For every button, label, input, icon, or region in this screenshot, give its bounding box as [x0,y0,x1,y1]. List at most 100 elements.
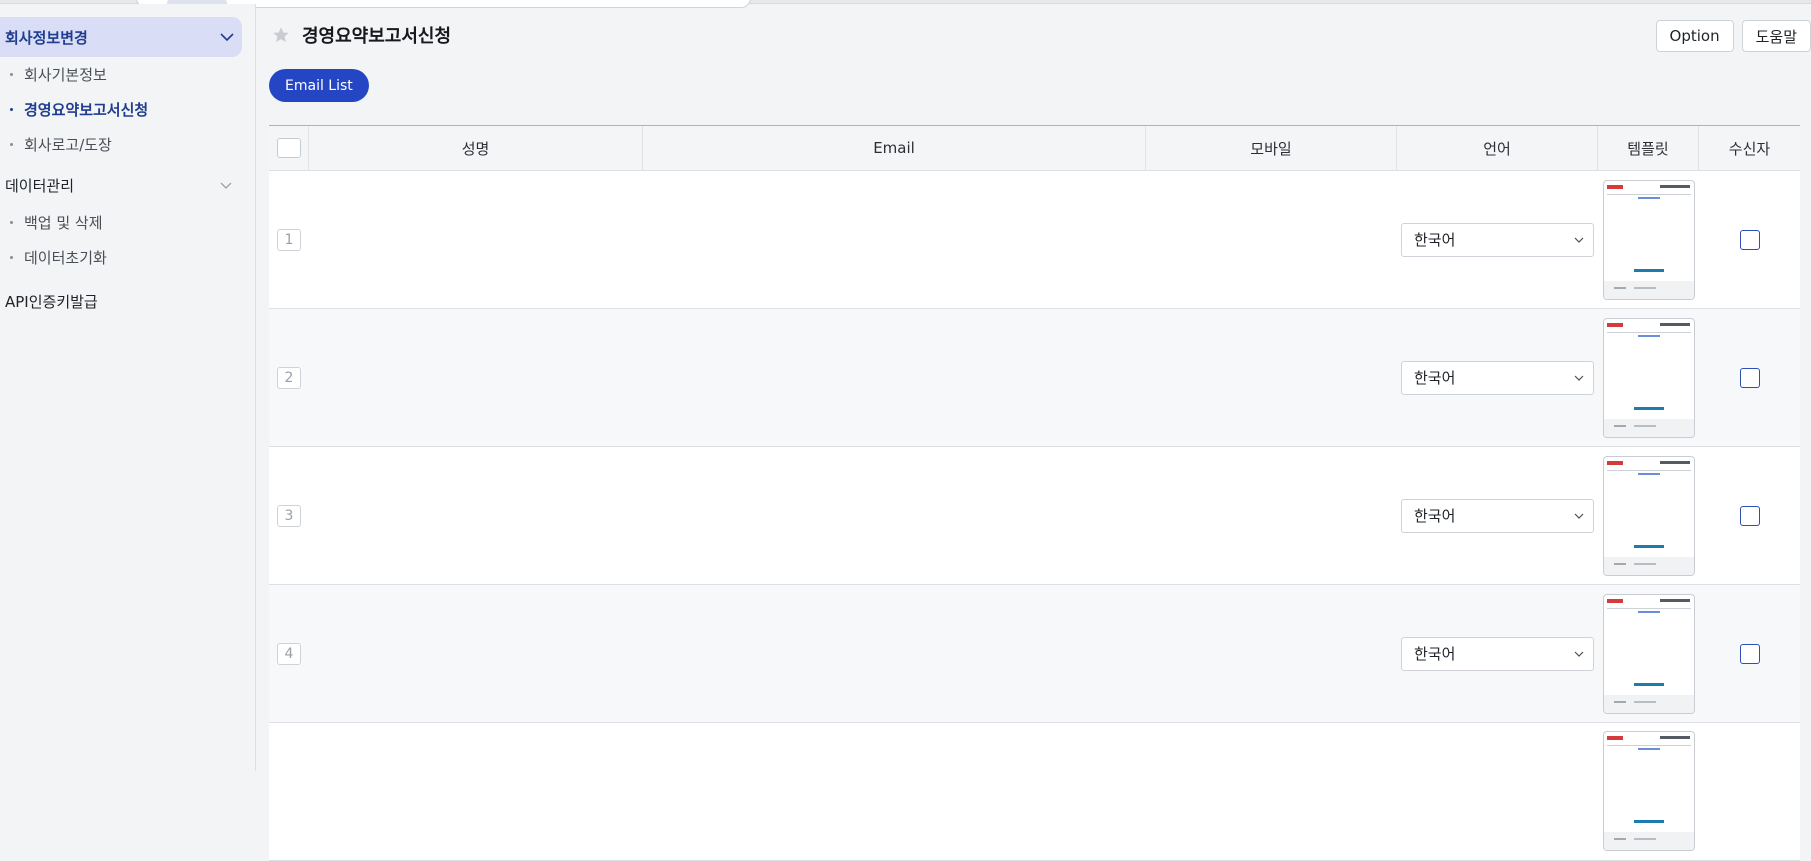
recipient-table: 성명 Email 모바일 언어 템플릿 수신자 1 한국어 2 한국어 3 한국… [269,125,1800,861]
language-cell: 한국어 [1397,585,1598,722]
chevron-down-icon [220,33,234,42]
recipient-cell [1699,171,1800,308]
caret-down-icon [1574,237,1584,243]
template-thumbnail[interactable] [1602,179,1695,300]
recipient-checkbox[interactable] [1739,367,1760,388]
row-number-cell [269,723,309,860]
bullet-icon [10,73,13,76]
table-row [269,723,1800,861]
sidebar-group-company-info[interactable]: 회사정보변경 [0,17,242,57]
recipient-cell [1699,723,1800,860]
recipient-checkbox[interactable] [1739,643,1760,664]
mobile-cell[interactable] [1146,723,1397,860]
row-number: 3 [277,504,301,527]
column-header-language: 언어 [1397,126,1598,170]
mobile-cell[interactable] [1146,447,1397,584]
sidebar-item-logo-stamp[interactable]: 회사로고/도장 [0,127,255,162]
star-icon[interactable] [272,26,290,44]
recipient-cell [1699,585,1800,722]
language-select-value: 한국어 [1414,369,1456,387]
column-header-recipient: 수신자 [1728,139,1771,158]
sidebar-item-management-report[interactable]: 경영요약보고서신청 [0,92,255,127]
template-thumbnail[interactable] [1602,731,1695,851]
language-cell [1397,723,1598,860]
template-cell [1598,309,1699,446]
caret-down-icon [1574,513,1584,519]
chevron-down-icon [220,182,232,189]
row-number-cell: 4 [269,585,309,722]
column-header-mobile: 모바일 [1146,126,1397,170]
name-cell[interactable] [309,171,643,308]
language-select-value: 한국어 [1414,507,1456,525]
email-list-button[interactable]: Email List [269,69,369,102]
language-select[interactable]: 한국어 [1401,222,1594,257]
table-header: 성명 Email 모바일 언어 템플릿 수신자 [269,126,1800,171]
sidebar-group-label: 회사정보변경 [5,28,88,47]
language-select[interactable]: 한국어 [1401,360,1594,395]
template-cell [1598,585,1699,722]
sidebar-item-label: 회사기본정보 [24,66,107,84]
mobile-cell[interactable] [1146,171,1397,308]
template-thumbnail[interactable] [1602,593,1695,714]
email-cell[interactable] [643,309,1146,446]
language-select[interactable]: 한국어 [1401,636,1594,671]
sidebar-item-data-reset[interactable]: 데이터초기화 [0,240,255,275]
main-content: 경영요약보고서신청 Option 도움말 Email List 성명 Email… [256,4,1811,861]
recipient-checkbox[interactable] [1739,505,1760,526]
name-cell[interactable] [309,447,643,584]
sidebar-item-company-basic-info[interactable]: 회사기본정보 [0,57,255,92]
table-row: 1 한국어 [269,171,1800,309]
email-cell[interactable] [643,723,1146,860]
caret-down-icon [1574,375,1584,381]
table-row: 4 한국어 [269,585,1800,723]
bullet-icon [10,143,13,146]
template-cell [1598,447,1699,584]
column-header-email: Email [643,126,1146,170]
sidebar-group-label: 데이터관리 [5,176,75,195]
row-number: 2 [277,366,301,389]
title-row: 경영요약보고서신청 [272,22,451,48]
sidebar-item-label: API인증키발급 [5,292,98,311]
bullet-icon [10,221,13,224]
sidebar-group-data-management[interactable]: 데이터관리 [0,165,255,205]
recipient-cell [1699,447,1800,584]
table-row: 3 한국어 [269,447,1800,585]
sidebar-item-label: 회사로고/도장 [24,136,112,154]
sidebar: 회사정보변경 회사기본정보 경영요약보고서신청 회사로고/도장 데이터관리 백업… [0,4,256,771]
row-number: 4 [277,642,301,665]
header-select-all [269,126,309,170]
mobile-cell[interactable] [1146,309,1397,446]
table-row: 2 한국어 [269,309,1800,447]
language-select[interactable]: 한국어 [1401,498,1594,533]
email-cell[interactable] [643,447,1146,584]
row-number-cell: 3 [269,447,309,584]
select-all-checkbox[interactable] [276,138,301,158]
template-thumbnail[interactable] [1602,455,1695,576]
language-cell: 한국어 [1397,309,1598,446]
template-thumbnail[interactable] [1602,317,1695,438]
language-select-value: 한국어 [1414,645,1456,663]
sidebar-item-api-key[interactable]: API인증키발급 [0,281,255,321]
template-cell [1598,723,1699,860]
language-select-value: 한국어 [1414,231,1456,249]
mobile-cell[interactable] [1146,585,1397,722]
template-cell [1598,171,1699,308]
row-number-cell: 2 [269,309,309,446]
option-button[interactable]: Option [1655,20,1734,52]
email-cell[interactable] [643,171,1146,308]
sidebar-item-label: 데이터초기화 [24,249,107,267]
column-header-name: 성명 [309,126,643,170]
recipient-checkbox[interactable] [1739,229,1760,250]
bullet-icon [10,256,13,259]
caret-down-icon [1574,651,1584,657]
sidebar-item-backup-delete[interactable]: 백업 및 삭제 [0,205,255,240]
row-number: 1 [277,228,301,251]
email-cell[interactable] [643,585,1146,722]
sidebar-item-label: 경영요약보고서신청 [24,101,149,119]
language-cell: 한국어 [1397,447,1598,584]
name-cell[interactable] [309,309,643,446]
name-cell[interactable] [309,723,643,860]
name-cell[interactable] [309,585,643,722]
sidebar-item-label: 백업 및 삭제 [24,214,103,232]
help-button[interactable]: 도움말 [1741,20,1811,52]
